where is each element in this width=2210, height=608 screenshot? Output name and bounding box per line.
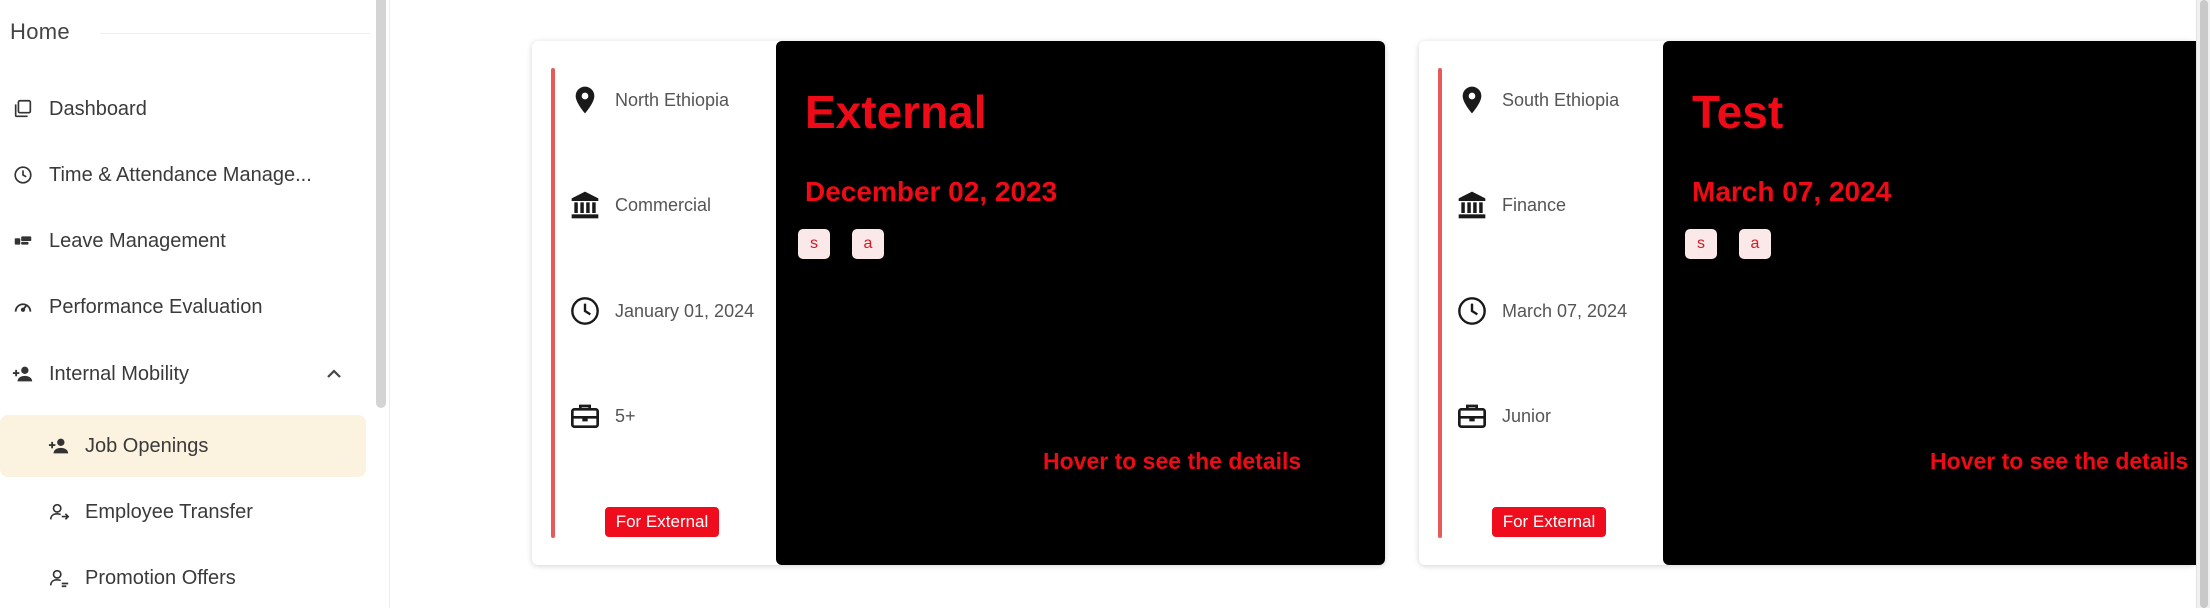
job-location: South Ethiopia [1455, 80, 1619, 120]
sidebar-item-dashboard[interactable]: Dashboard [0, 78, 366, 140]
job-experience: 5+ [568, 396, 636, 436]
sidebar-item-employee-transfer[interactable]: Employee Transfer [0, 481, 366, 543]
sidebar-section-home: Home [10, 17, 370, 47]
page-scrollbar-thumb[interactable] [2200, 0, 2208, 608]
job-experience: Junior [1455, 396, 1551, 436]
job-location: North Ethiopia [568, 80, 729, 120]
job-location-text: North Ethiopia [615, 89, 730, 110]
sidebar-section-label: Home [10, 19, 70, 44]
person-transfer-icon [47, 500, 71, 524]
job-deadline: March 07, 2024 [1455, 291, 1627, 331]
clock-icon [11, 163, 35, 187]
job-card-info: North Ethiopia Commercial January 01, 20… [532, 41, 776, 565]
leave-icon [11, 229, 35, 253]
job-card-info: South Ethiopia Finance March 07, 2024 Ju… [1419, 41, 1663, 565]
dashboard-icon [11, 97, 35, 121]
sidebar-item-label: Dashboard [49, 97, 147, 120]
job-location-text: South Ethiopia [1502, 89, 1620, 110]
job-tag: s [1685, 229, 1717, 259]
job-posted-date: December 02, 2023 [805, 176, 1058, 207]
person-add-icon [11, 362, 35, 386]
briefcase-icon [568, 399, 602, 433]
gauge-icon [11, 295, 35, 319]
sidebar-item-label: Promotion Offers [85, 566, 236, 589]
person-add-icon [47, 434, 71, 458]
hover-hint: Hover to see the details [1043, 448, 1302, 474]
hover-hint: Hover to see the details [1930, 448, 2189, 474]
sidebar-item-promotion-offers[interactable]: Promotion Offers [0, 547, 366, 608]
chevron-up-icon[interactable] [322, 362, 346, 386]
sidebar-item-label: Leave Management [49, 229, 226, 252]
bank-icon [1455, 188, 1489, 222]
job-title: Test [1692, 86, 1784, 138]
sidebar-item-label: Job Openings [85, 434, 209, 457]
sidebar-item-leave-management[interactable]: Leave Management [0, 210, 366, 272]
job-department: Finance [1455, 185, 1566, 225]
job-experience-text: Junior [1502, 405, 1552, 426]
sidebar-item-time-attendance[interactable]: Time & Attendance Manage... [0, 144, 366, 206]
job-department-text: Finance [1502, 194, 1567, 215]
sidebar-item-internal-mobility[interactable]: Internal Mobility [0, 343, 366, 405]
job-card[interactable]: South Ethiopia Finance March 07, 2024 Ju… [1419, 41, 2196, 565]
job-department: Commercial [568, 185, 711, 225]
page-scrollbar[interactable] [2196, 0, 2210, 608]
job-deadline: January 01, 2024 [568, 291, 754, 331]
accent-bar [1438, 68, 1442, 538]
job-deadline-text: January 01, 2024 [615, 300, 755, 321]
job-card-preview[interactable]: External December 02, 2023 s a Hover to … [776, 41, 1385, 565]
job-posted-date: March 07, 2024 [1692, 176, 1892, 207]
job-tag: a [1739, 229, 1771, 259]
job-type-badge: For External [1492, 507, 1606, 537]
sidebar-item-job-openings[interactable]: Job Openings [0, 415, 366, 477]
job-tag: a [852, 229, 884, 259]
job-department-text: Commercial [615, 194, 712, 215]
sidebar-item-label: Internal Mobility [49, 362, 190, 385]
sidebar-item-label: Performance Evaluation [49, 295, 263, 318]
sidebar-scrollbar[interactable] [376, 0, 386, 408]
person-promotion-icon [47, 566, 71, 590]
clock-icon [1455, 294, 1489, 328]
section-divider [100, 33, 370, 34]
briefcase-icon [1455, 399, 1489, 433]
job-experience-text: 5+ [615, 405, 636, 426]
sidebar-item-label: Employee Transfer [85, 500, 253, 523]
job-tag: s [798, 229, 830, 259]
job-deadline-text: March 07, 2024 [1502, 300, 1628, 321]
job-card-preview[interactable]: Test March 07, 2024 s a Hover to see the… [1663, 41, 2196, 565]
job-title: External [805, 86, 987, 138]
sidebar-item-label: Time & Attendance Manage... [49, 163, 312, 186]
location-pin-icon [568, 83, 602, 117]
sidebar: Home Dashboard Time & Attendance Manage.… [0, 0, 390, 608]
job-type-badge: For External [605, 507, 719, 537]
location-pin-icon [1455, 83, 1489, 117]
bank-icon [568, 188, 602, 222]
clock-icon [568, 294, 602, 328]
job-card[interactable]: North Ethiopia Commercial January 01, 20… [532, 41, 1385, 565]
accent-bar [551, 68, 555, 538]
sidebar-item-performance-evaluation[interactable]: Performance Evaluation [0, 276, 366, 338]
